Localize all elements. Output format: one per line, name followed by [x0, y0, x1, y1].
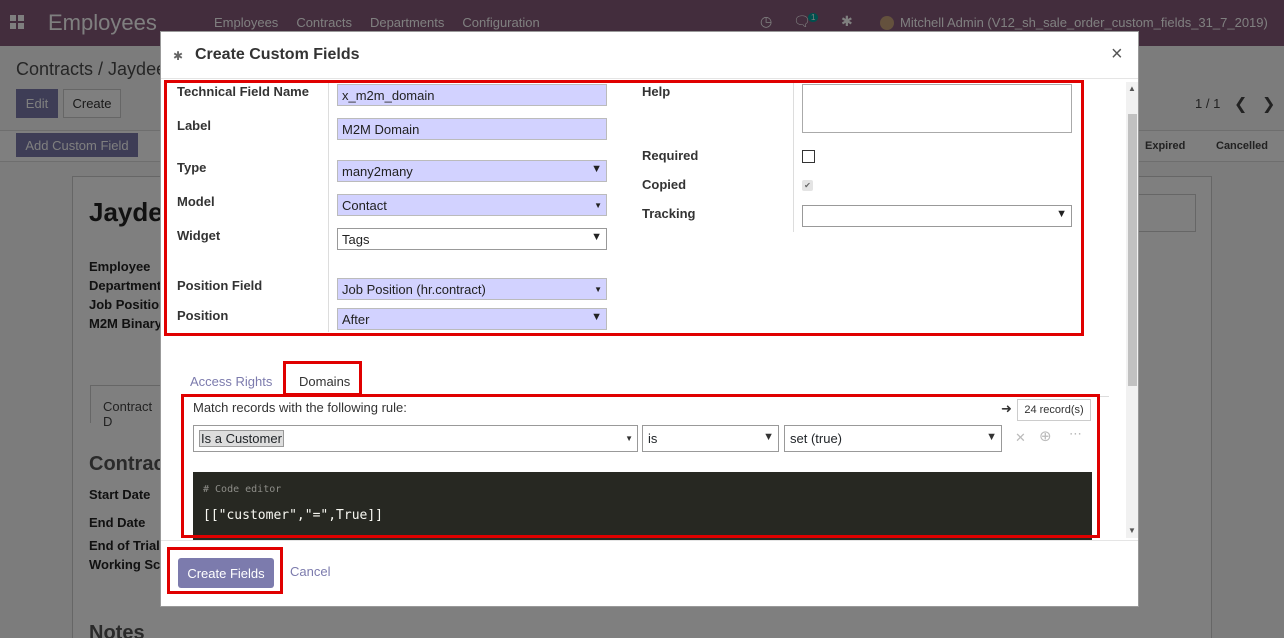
copied-label: Copied: [642, 177, 687, 192]
type-value: many2many: [342, 164, 413, 179]
position-field-select[interactable]: Job Position (hr.contract) ▼: [337, 278, 607, 300]
position-field-value: Job Position (hr.contract): [342, 282, 486, 297]
more-options-icon[interactable]: ⋯: [1069, 426, 1082, 442]
modal-title: Create Custom Fields: [195, 46, 360, 63]
position-field-label: Position Field: [177, 278, 263, 293]
required-checkbox[interactable]: [802, 150, 815, 163]
code-editor[interactable]: # Code editor [["customer","=",True]]: [193, 472, 1092, 540]
model-select[interactable]: Contact ▼: [337, 194, 607, 216]
domain-operator-select[interactable]: is ▼: [642, 425, 779, 452]
code-line: [["customer","=",True]]: [203, 508, 384, 523]
tracking-select[interactable]: ▼: [802, 205, 1072, 227]
caret-down-icon: ▼: [594, 285, 602, 294]
bug-icon: ✱: [173, 49, 184, 63]
tab-domains[interactable]: Domains: [299, 374, 350, 389]
tracking-label: Tracking: [642, 206, 696, 221]
type-label: Type: [177, 160, 207, 175]
cancel-button[interactable]: Cancel: [290, 564, 330, 579]
create-fields-button[interactable]: Create Fields: [178, 558, 274, 588]
right-column-separator: [793, 80, 794, 232]
modal-footer: Create Fields Cancel: [161, 540, 1138, 607]
caret-down-icon: ▼: [591, 163, 602, 175]
label-value: M2M Domain: [342, 122, 420, 137]
scroll-up-icon[interactable]: ▲: [1128, 84, 1136, 93]
domain-intro: Match records with the following rule:: [193, 400, 407, 415]
label-field-label: Label: [177, 118, 211, 133]
tab-access-rights[interactable]: Access Rights: [190, 374, 272, 389]
position-select[interactable]: After ▼: [337, 308, 607, 330]
tabs-divider: [181, 396, 1109, 397]
domain-field-select[interactable]: Is a Customer ▼: [193, 425, 638, 452]
technical-field-name-input[interactable]: x_m2m_domain: [337, 84, 607, 106]
position-label: Position: [177, 308, 229, 323]
model-value: Contact: [342, 198, 387, 213]
create-custom-fields-dialog: ✱ Create Custom Fields × Technical Field…: [160, 31, 1139, 607]
domain-operator-value: is: [648, 431, 658, 446]
caret-down-icon: ▼: [1056, 208, 1067, 220]
technical-field-name-value: x_m2m_domain: [342, 88, 435, 103]
close-button[interactable]: ×: [1111, 43, 1123, 66]
code-comment: # Code editor: [203, 484, 282, 495]
add-rule-icon[interactable]: ⊕: [1039, 427, 1052, 445]
caret-down-icon: ▼: [625, 434, 633, 443]
modal-body: Technical Field Name x_m2m_domain Label …: [161, 80, 1138, 540]
type-select[interactable]: many2many ▼: [337, 160, 607, 182]
scroll-down-icon[interactable]: ▼: [1128, 526, 1136, 535]
delete-rule-icon[interactable]: ✕: [1015, 430, 1026, 446]
required-label: Required: [642, 148, 699, 163]
modal-scrollbar[interactable]: ▲ ▼: [1126, 82, 1138, 538]
caret-down-icon: ▼: [594, 201, 602, 210]
domain-value-value: set (true): [790, 431, 843, 446]
domain-field-value: Is a Customer: [199, 430, 284, 447]
technical-field-name-label: Technical Field Name: [177, 84, 309, 99]
widget-value: Tags: [342, 232, 370, 247]
caret-down-icon: ▼: [591, 311, 602, 323]
help-label: Help: [642, 84, 671, 99]
caret-down-icon: ▼: [986, 431, 997, 443]
widget-select[interactable]: Tags ▼: [337, 228, 607, 250]
domain-value-select[interactable]: set (true) ▼: [784, 425, 1002, 452]
widget-label: Widget: [177, 228, 221, 243]
modal-header: ✱ Create Custom Fields ×: [161, 32, 1138, 79]
model-label: Model: [177, 194, 215, 209]
label-input[interactable]: M2M Domain: [337, 118, 607, 140]
arrow-right-icon[interactable]: ➜: [1001, 401, 1012, 417]
copied-checkbox-checked-icon[interactable]: ✔: [802, 180, 813, 191]
caret-down-icon: ▼: [763, 431, 774, 443]
caret-down-icon: ▼: [591, 231, 602, 243]
scroll-thumb[interactable]: [1128, 114, 1137, 386]
position-value: After: [342, 312, 370, 327]
records-count-badge[interactable]: 24 record(s): [1017, 399, 1091, 421]
column-separator: [328, 80, 329, 332]
help-textarea[interactable]: [802, 84, 1072, 133]
